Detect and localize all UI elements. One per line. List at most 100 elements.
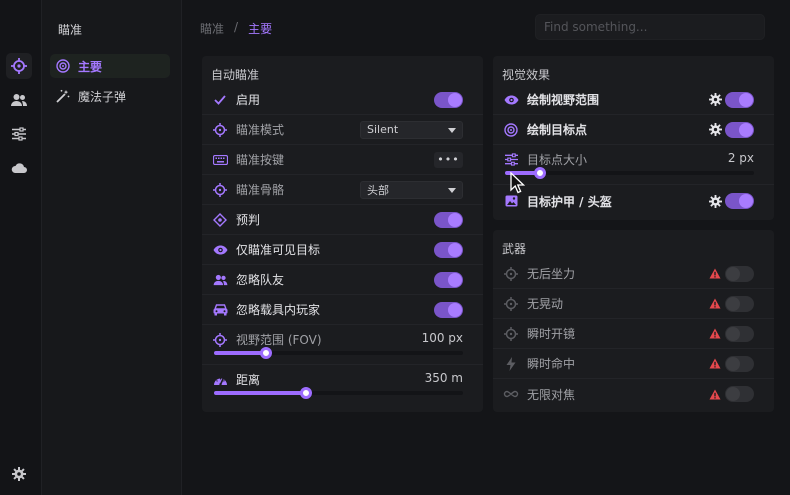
breadcrumb-parent[interactable]: 瞄准 [200,20,224,37]
aim-nav-button[interactable] [6,53,32,79]
subnav-item-label: 主要 [78,59,103,74]
settings-nav-button[interactable] [6,121,32,147]
gauge-icon [213,377,227,385]
aim-bone-select[interactable]: 头部 [360,180,463,199]
target-size-slider-track[interactable] [505,167,754,179]
target-size-slider-handle[interactable] [533,167,546,179]
check-icon [214,94,226,105]
distance-slider-handle[interactable] [300,387,313,399]
subnav-item-label: 魔法子弹 [78,89,127,104]
draw-target-settings-button[interactable] [708,123,722,137]
enable-label: 启用 [236,93,261,107]
ignore-vehicle-row[interactable]: 忽略载具内玩家 [202,295,483,325]
armor-settings-button[interactable] [708,194,722,208]
fov-slider-row: 视野范围 (FOV) 100 px [202,325,483,365]
draw-fov-label: 绘制视野范围 [527,93,600,107]
panel-title: 武器 [502,242,527,256]
no-recoil-row[interactable]: 无后坐力 [493,259,774,289]
image-icon [505,195,517,207]
draw-target-label: 绘制目标点 [527,123,588,137]
prediction-icon [213,212,227,227]
gear-icon [708,194,722,208]
no-sway-label: 无晃动 [527,297,564,311]
prediction-row[interactable]: 预判 [202,205,483,235]
instant-ads-label: 瞬时开镜 [527,327,576,341]
draw-fov-toggle[interactable] [725,91,754,108]
ignore-team-label: 忽略队友 [236,273,285,287]
icon-rail [0,0,42,495]
crosshair-icon [213,122,227,137]
aim-mode-label: 瞄准模式 [236,123,285,137]
instant-ads-row[interactable]: 瞬时开镜 [493,319,774,349]
bolt-icon [506,356,516,371]
ignore-team-row[interactable]: 忽略队友 [202,265,483,295]
armor-row[interactable]: 目标护甲 / 头盔 [493,186,774,216]
aim-key-button[interactable]: ••• [434,151,463,168]
draw-target-row[interactable]: 绘制目标点 [493,115,774,145]
cloud-nav-button[interactable] [6,155,32,181]
ignore-vehicle-toggle[interactable] [434,301,463,318]
warning-icon [708,387,722,401]
search-input[interactable] [535,14,765,40]
weapons-panel: 武器 无后坐力 无晃动 瞬时开镜 瞬时命中 无限对焦 [493,230,774,412]
infinite-focus-toggle[interactable] [725,386,754,402]
panel-title: 视觉效果 [502,68,551,82]
instant-ads-toggle[interactable] [725,325,754,342]
settings-gear-button[interactable] [6,461,32,487]
chevron-down-icon [448,187,456,193]
warning-icon [708,357,722,371]
instant-hit-row[interactable]: 瞬时命中 [493,349,774,379]
aim-bone-value: 头部 [367,183,389,197]
infinite-focus-label: 无限对焦 [527,387,576,402]
fov-slider-track[interactable] [214,347,463,359]
draw-fov-row[interactable]: 绘制视野范围 [493,85,774,115]
armor-toggle[interactable] [725,193,754,209]
visible-only-label: 仅瞄准可见目标 [236,243,321,257]
visible-only-toggle[interactable] [434,241,463,258]
ignore-team-toggle[interactable] [434,271,463,288]
crosshair-icon [504,266,518,281]
crosshair-icon [504,296,518,311]
visible-only-row[interactable]: 仅瞄准可见目标 [202,235,483,265]
no-sway-row[interactable]: 无晃动 [493,289,774,319]
distance-value: 350 m [424,371,463,385]
armor-label: 目标护甲 / 头盔 [527,194,612,209]
draw-target-toggle[interactable] [725,121,754,138]
aimbot-panel: 自动瞄准 启用 瞄准模式 Silent 瞄准按键 ••• 瞄准骨骼 头部 预判 … [202,56,483,412]
sliders-icon [12,127,26,141]
draw-fov-settings-button[interactable] [708,93,722,107]
subnav-item-magic-bullet[interactable]: 魔法子弹 [50,84,170,108]
enable-toggle[interactable] [434,91,463,108]
subnav-item-main[interactable]: 主要 [50,54,170,78]
users-icon [213,274,227,285]
target-size-label: 目标点大小 [527,153,588,167]
players-nav-button[interactable] [6,87,32,113]
magic-wand-icon [56,89,70,103]
enable-row[interactable]: 启用 [202,85,483,115]
infinite-focus-row[interactable]: 无限对焦 [493,379,774,409]
panel-title: 自动瞄准 [211,68,260,82]
users-icon [11,94,27,106]
aim-mode-select[interactable]: Silent [360,120,463,139]
breadcrumb: 瞄准 / 主要 [200,20,272,37]
breadcrumb-current: 主要 [248,22,273,36]
distance-slider-track[interactable] [214,387,463,399]
car-icon [213,303,227,315]
fov-slider-fill [214,351,267,355]
crosshair-icon [11,58,27,74]
prediction-toggle[interactable] [434,211,463,228]
infinity-icon [503,390,519,398]
target-icon [504,122,518,137]
aim-bone-label: 瞄准骨骼 [236,183,285,197]
no-recoil-toggle[interactable] [725,265,754,282]
eye-icon [213,245,227,254]
target-icon [56,59,70,73]
breadcrumb-separator: / [234,20,239,34]
no-sway-toggle[interactable] [725,295,754,312]
fov-slider-handle[interactable] [260,347,273,359]
fov-value: 100 px [421,331,463,345]
distance-label: 距离 [236,373,261,387]
instant-hit-toggle[interactable] [725,355,754,372]
aim-mode-row: 瞄准模式 Silent [202,115,483,145]
crosshair-icon [213,182,227,197]
